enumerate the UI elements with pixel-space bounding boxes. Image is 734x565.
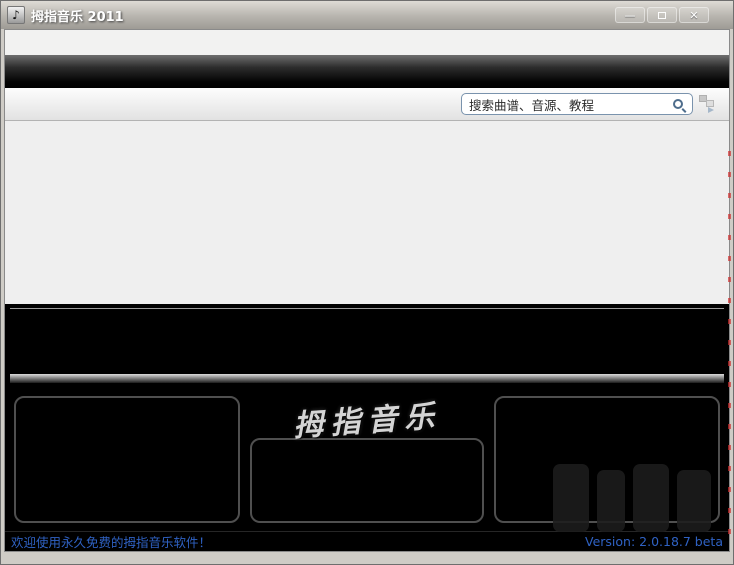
numpad-cluster bbox=[590, 156, 721, 298]
minimize-button[interactable]: — bbox=[615, 7, 645, 23]
left-instrument-panel bbox=[14, 396, 240, 523]
right-instrument-panel bbox=[494, 396, 720, 523]
maximize-button[interactable] bbox=[647, 7, 677, 23]
maximize-icon bbox=[658, 12, 666, 19]
virtual-keyboard bbox=[5, 121, 729, 304]
app-icon: ♪ bbox=[7, 6, 25, 24]
close-button[interactable]: ✕ bbox=[679, 7, 709, 23]
search-strip: 搜索曲谱、音源、教程 bbox=[5, 88, 729, 121]
piano-reflection bbox=[10, 374, 724, 383]
app-window: ♪ 拇指音乐 2011 — ✕ 搜索曲谱、音源、教程 bbox=[0, 0, 734, 565]
piano-keys bbox=[10, 308, 724, 374]
statusbar: 欢迎使用永久免费的拇指音乐软件！ Version: 2.0.18.7 beta bbox=[5, 531, 729, 551]
titlebar[interactable]: ♪ 拇指音乐 2011 — ✕ bbox=[1, 1, 733, 29]
window-content: 搜索曲谱、音源、教程 拇指音乐 bbox=[4, 29, 730, 552]
center-column: 拇指音乐 bbox=[250, 396, 484, 523]
function-key-row bbox=[13, 126, 721, 150]
window-controls: — ✕ bbox=[615, 7, 727, 23]
nav-key-cluster bbox=[485, 156, 584, 298]
main-key-block bbox=[13, 156, 479, 298]
status-message: 欢迎使用永久免费的拇指音乐软件！ bbox=[11, 532, 211, 551]
keyboard-body bbox=[13, 156, 721, 298]
midi-settings-panel bbox=[250, 438, 484, 523]
edge-markers bbox=[728, 151, 731, 536]
share-icon-square bbox=[706, 100, 714, 107]
search-input[interactable]: 搜索曲谱、音源、教程 bbox=[461, 93, 693, 115]
menubar bbox=[5, 30, 729, 55]
share-icon-arrow bbox=[708, 107, 714, 113]
version-label: Version: 2.0.18.7 beta bbox=[585, 534, 723, 549]
toolbar bbox=[5, 55, 729, 88]
piano bbox=[5, 304, 729, 386]
share-icon[interactable] bbox=[699, 95, 719, 113]
mixer-panel: 拇指音乐 bbox=[5, 386, 729, 531]
window-title: 拇指音乐 2011 bbox=[31, 6, 124, 25]
search-icon[interactable] bbox=[673, 99, 683, 109]
search-placeholder: 搜索曲谱、音源、教程 bbox=[469, 95, 673, 114]
